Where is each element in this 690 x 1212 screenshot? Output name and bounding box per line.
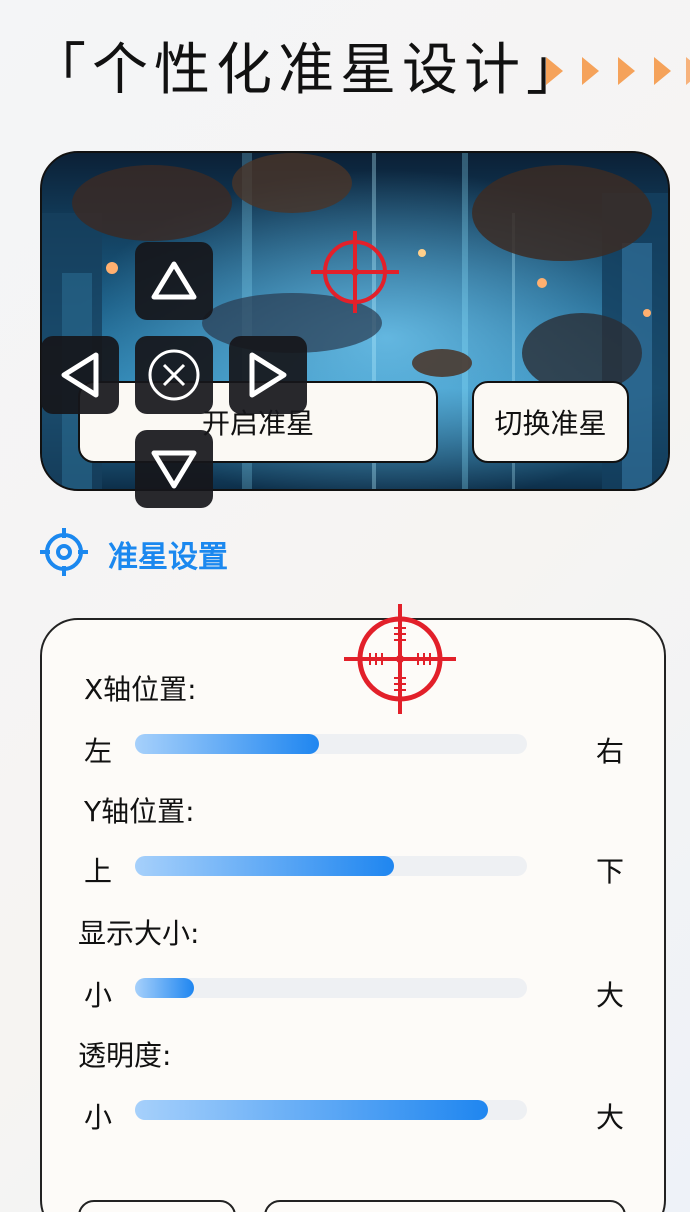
settings-panel: X轴位置: 左 右 Y轴位置: 上 下 显示大小: 小 大 透明度: 小 大: [40, 604, 666, 1212]
chevron-right-icon: [546, 57, 563, 85]
size-min-label: 小: [84, 979, 113, 1012]
y-position-slider[interactable]: [135, 856, 527, 876]
triangle-up-icon: [151, 261, 197, 300]
opacity-label: 透明度:: [78, 1039, 172, 1072]
dpad-down-button[interactable]: [135, 430, 213, 508]
slider-fill: [135, 856, 394, 876]
settings-title: 准星设置: [108, 540, 228, 575]
y-position-label: Y轴位置:: [84, 795, 195, 828]
title-row: 「个性化准星设计」: [30, 36, 690, 106]
dpad-up-button[interactable]: [135, 242, 213, 320]
dpad-left-button[interactable]: [41, 336, 119, 414]
x-max-label: 右: [596, 735, 625, 768]
y-max-label: 下: [596, 855, 625, 888]
chevron-right-icon: [654, 57, 671, 85]
crosshair-icon: [311, 231, 399, 313]
size-label: 显示大小:: [78, 917, 200, 950]
slider-fill: [135, 734, 320, 754]
size-max-label: 大: [596, 979, 625, 1012]
opacity-max-label: 大: [596, 1101, 625, 1134]
opacity-slider[interactable]: [135, 1100, 527, 1120]
y-min-label: 上: [84, 855, 113, 888]
switch-crosshair-button[interactable]: 切换准星: [472, 381, 629, 463]
circle-x-icon: [148, 349, 200, 401]
page-title: 「个性化准星设计」: [30, 38, 588, 103]
chevron-right-icon: [686, 57, 690, 85]
crosshair-icon: [40, 528, 88, 576]
dpad-center-button[interactable]: [135, 336, 213, 414]
crosshair-icon: [344, 604, 456, 714]
chevron-right-icon: [582, 57, 599, 85]
x-position-slider[interactable]: [135, 734, 527, 754]
slider-fill: [135, 1100, 488, 1120]
opacity-min-label: 小: [84, 1101, 113, 1134]
x-min-label: 左: [84, 735, 113, 768]
size-slider[interactable]: [135, 978, 527, 998]
triangle-left-icon: [61, 352, 99, 398]
arrow-decoration: [546, 57, 690, 87]
x-position-label: X轴位置:: [84, 673, 197, 706]
triangle-down-icon: [151, 450, 197, 489]
save-button[interactable]: [264, 1200, 626, 1212]
chevron-right-icon: [618, 57, 635, 85]
triangle-right-icon: [249, 352, 287, 398]
reset-button[interactable]: [78, 1200, 236, 1212]
dpad-right-button[interactable]: [229, 336, 307, 414]
slider-fill: [135, 978, 194, 998]
